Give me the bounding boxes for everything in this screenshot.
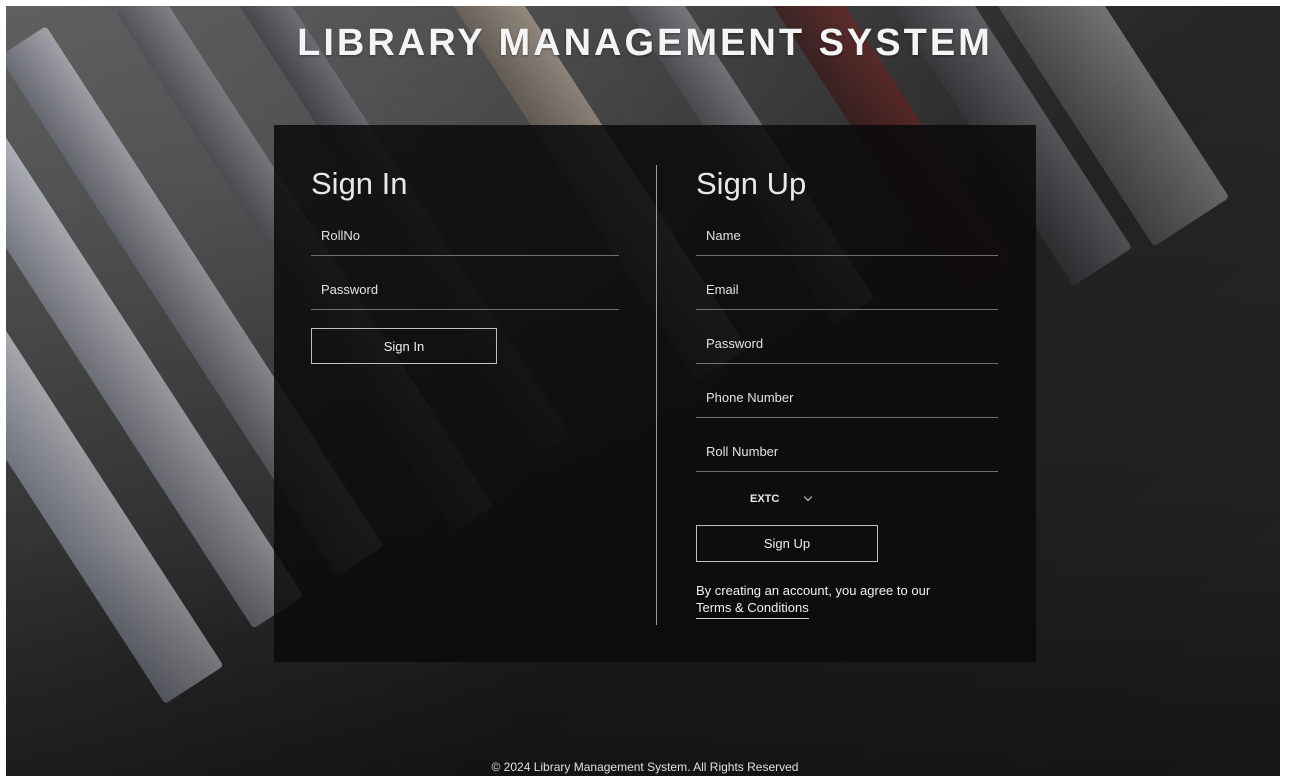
sign-up-button[interactable]: Sign Up [696,525,878,562]
panel-divider [656,165,657,625]
sign-in-button[interactable]: Sign In [311,328,497,364]
terms-notice: By creating an account, you agree to our [696,583,931,598]
phone-field [696,377,998,418]
signup-password-field [696,323,998,364]
footer-copyright: © 2024 Library Management System. All Ri… [491,760,799,774]
name-field [696,215,998,256]
rollno-input[interactable] [311,215,619,255]
signin-password-input[interactable] [311,269,619,309]
name-input[interactable] [696,215,998,255]
signin-password-field [311,269,619,310]
terms-link[interactable]: Terms & Conditions [696,600,809,619]
signup-password-input[interactable] [696,323,998,363]
sign-in-heading: Sign In [311,166,408,201]
department-selected-value: EXTC [750,493,780,505]
page-title: LIBRARY MANAGEMENT SYSTEM [297,22,993,64]
phone-input[interactable] [696,377,998,417]
chevron-down-icon [804,492,813,502]
rollno-field [311,215,619,256]
roll-number-input[interactable] [696,431,998,471]
roll-number-field [696,431,998,472]
email-input[interactable] [696,269,998,309]
email-field [696,269,998,310]
sign-up-heading: Sign Up [696,166,807,201]
department-select[interactable]: EXTC [750,488,850,510]
